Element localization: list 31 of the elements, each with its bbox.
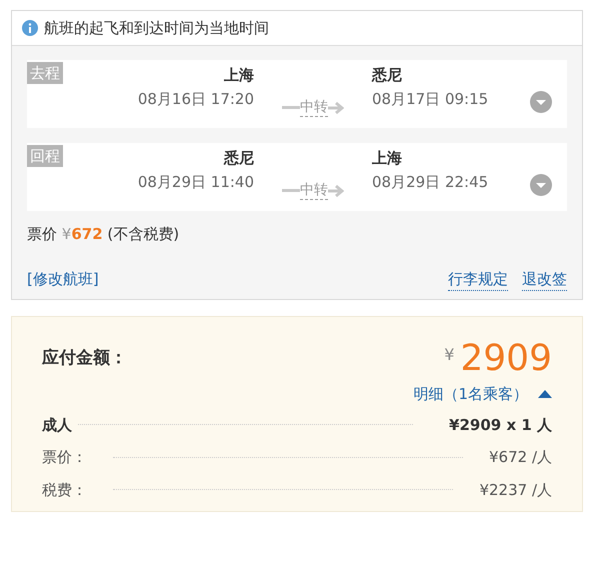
- date-time: 08月16日 17:20: [138, 89, 254, 110]
- amount-due-label: 应付金额：: [42, 347, 127, 370]
- transfer-indicator[interactable]: 中转: [282, 98, 344, 117]
- policy-link[interactable]: 行李规定: [448, 268, 508, 291]
- breakdown-label: 税费：: [42, 480, 87, 500]
- trip-tag: 回程: [27, 145, 63, 167]
- city-name: 悉尼: [372, 65, 402, 86]
- breakdown-value: ¥2909 x 1 人: [449, 414, 552, 436]
- breakdown-value: ¥672 /人: [489, 447, 552, 468]
- date-time: 08月17日 09:15: [372, 89, 488, 110]
- details-link[interactable]: 明细（1名乘客）: [413, 383, 528, 406]
- date-time: 08月29日 22:45: [372, 172, 488, 193]
- breakdown-value: ¥2237 /人: [479, 480, 552, 500]
- info-icon: [22, 20, 38, 36]
- city-name: 上海: [372, 148, 402, 169]
- expand-toggle-icon[interactable]: [530, 174, 552, 196]
- expand-toggle-icon[interactable]: [530, 91, 552, 113]
- notice-text: 航班的起飞和到达时间为当地时间: [44, 18, 269, 39]
- trip-tag: 去程: [27, 62, 63, 84]
- city-name: 悉尼: [224, 148, 254, 169]
- transfer-indicator[interactable]: 中转: [282, 181, 344, 200]
- currency-symbol: ¥: [444, 344, 454, 366]
- caret-icon[interactable]: [538, 390, 552, 398]
- breakdown-label: 成人: [42, 414, 72, 436]
- total-amount: 2909: [460, 337, 552, 381]
- fare-text: 票价 ¥672 (不含税费): [27, 224, 180, 245]
- policy-link[interactable]: 退改签: [522, 268, 567, 291]
- modify-flight-link[interactable]: [修改航班]: [27, 268, 99, 290]
- breakdown-label: 票价：: [42, 447, 87, 468]
- city-name: 上海: [224, 65, 254, 86]
- date-time: 08月29日 11:40: [138, 172, 254, 193]
